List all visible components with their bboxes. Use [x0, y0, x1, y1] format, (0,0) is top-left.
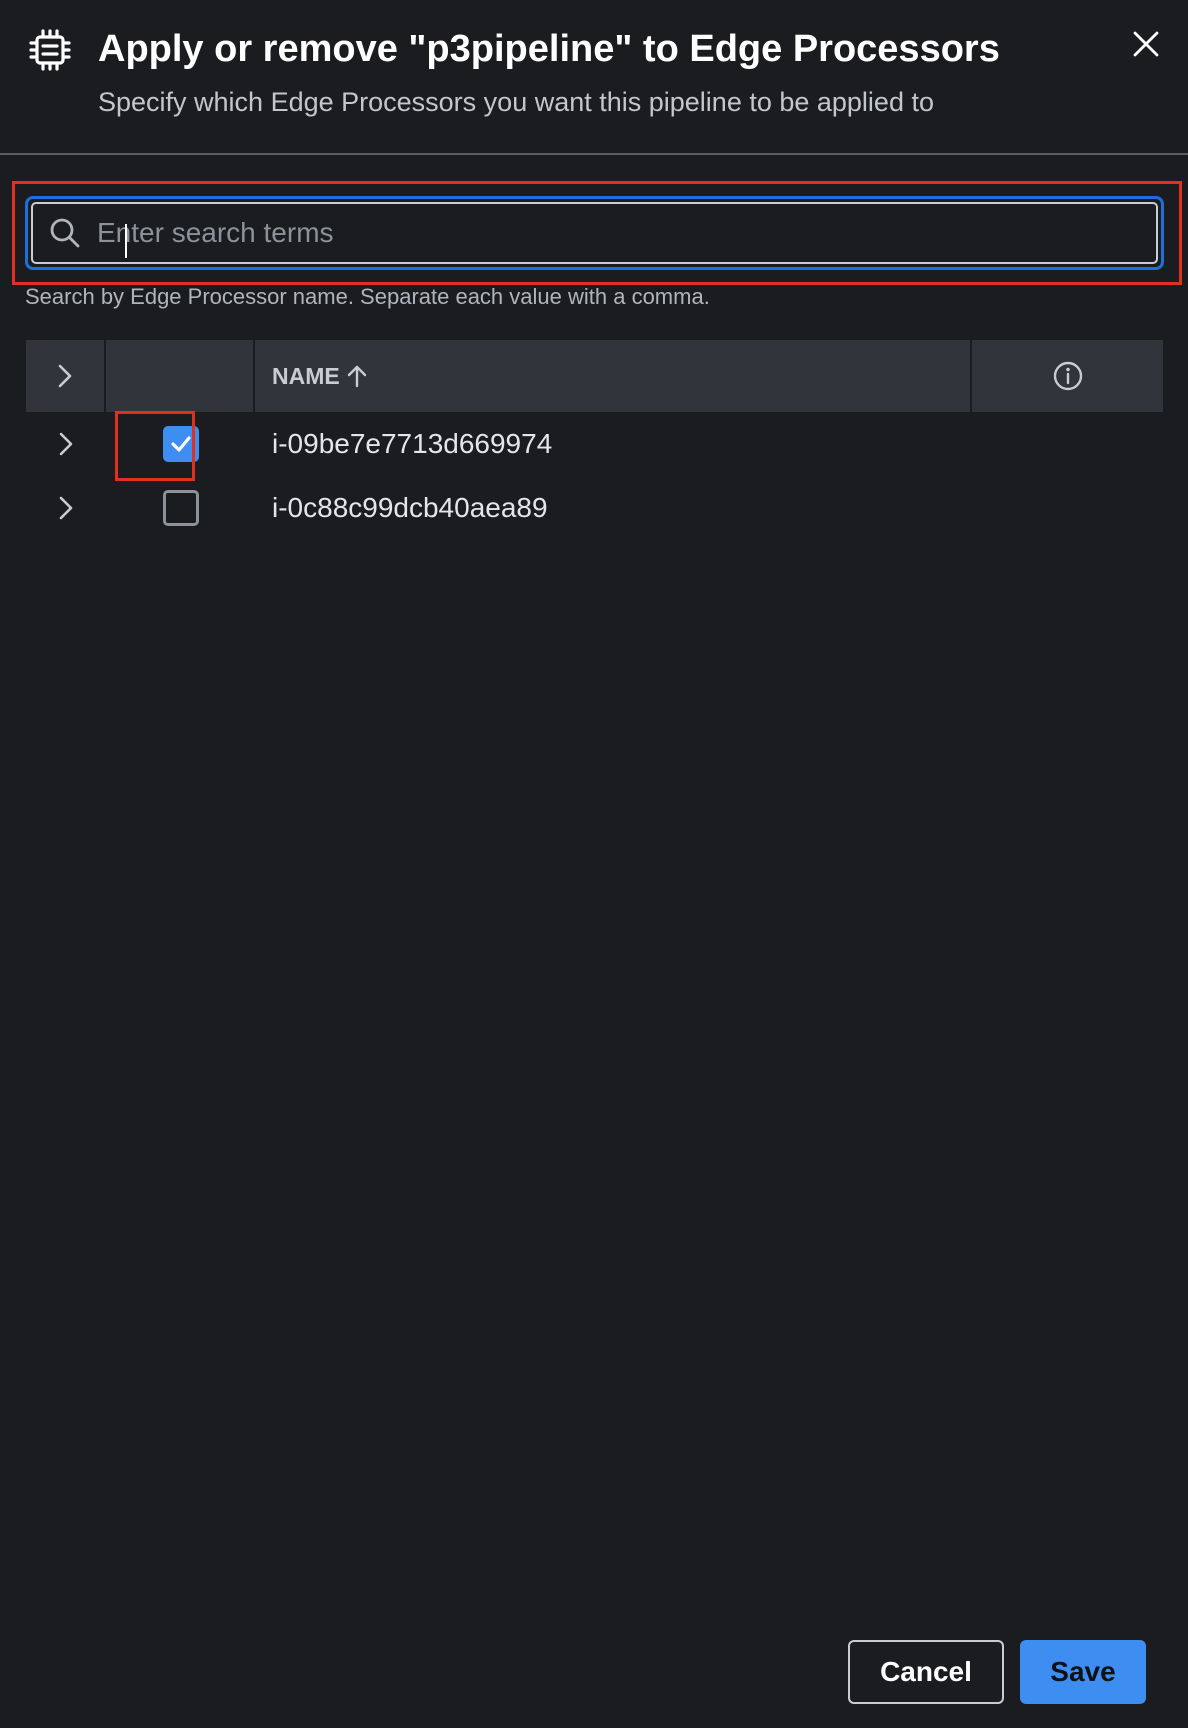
processor-chip-icon [29, 29, 71, 71]
processor-name: i-0c88c99dcb40aea89 [272, 492, 548, 523]
dialog-title: Apply or remove "p3pipeline" to Edge Pro… [98, 28, 1000, 70]
dialog-subtitle: Specify which Edge Processors you want t… [98, 87, 934, 117]
processor-name: i-09be7e7713d669974 [272, 428, 553, 459]
cancel-button[interactable]: Cancel [848, 1640, 1004, 1704]
save-button[interactable]: Save [1020, 1640, 1146, 1704]
checkbox-highlight-box [115, 411, 195, 481]
dialog-header: Apply or remove "p3pipeline" to Edge Pro… [0, 0, 1188, 155]
row-expand-button[interactable] [26, 412, 106, 476]
table-header: NAME [26, 340, 1163, 412]
search-icon [50, 218, 80, 248]
row-select-cell [106, 476, 255, 540]
info-column-header[interactable] [972, 340, 1163, 412]
apply-pipeline-dialog: Apply or remove "p3pipeline" to Edge Pro… [0, 0, 1188, 1728]
row-checkbox-unchecked[interactable] [162, 490, 199, 526]
select-column-header [106, 340, 255, 412]
close-button[interactable] [1128, 26, 1164, 62]
name-column-label: NAME [272, 362, 340, 389]
search-field[interactable] [25, 196, 1164, 270]
search-field-inner [31, 202, 1158, 264]
info-icon [1053, 361, 1082, 391]
table-row: i-09be7e7713d669974 [26, 412, 1163, 476]
row-expand-button[interactable] [26, 476, 106, 540]
search-help-text: Search by Edge Processor name. Separate … [25, 284, 710, 309]
name-column-header[interactable]: NAME [255, 340, 972, 412]
edge-processors-table: NAME i-09be7e7713d669974 i-0c88c99dcb40a… [26, 340, 1163, 540]
close-icon [1133, 31, 1159, 57]
text-caret [125, 224, 127, 258]
chevron-right-icon [58, 364, 72, 388]
search-input[interactable] [97, 204, 1140, 262]
sort-ascending-icon [347, 365, 366, 388]
chevron-right-icon [59, 432, 73, 456]
chevron-right-icon [59, 496, 73, 520]
expand-all-button[interactable] [26, 340, 106, 412]
table-row: i-0c88c99dcb40aea89 [26, 476, 1163, 540]
